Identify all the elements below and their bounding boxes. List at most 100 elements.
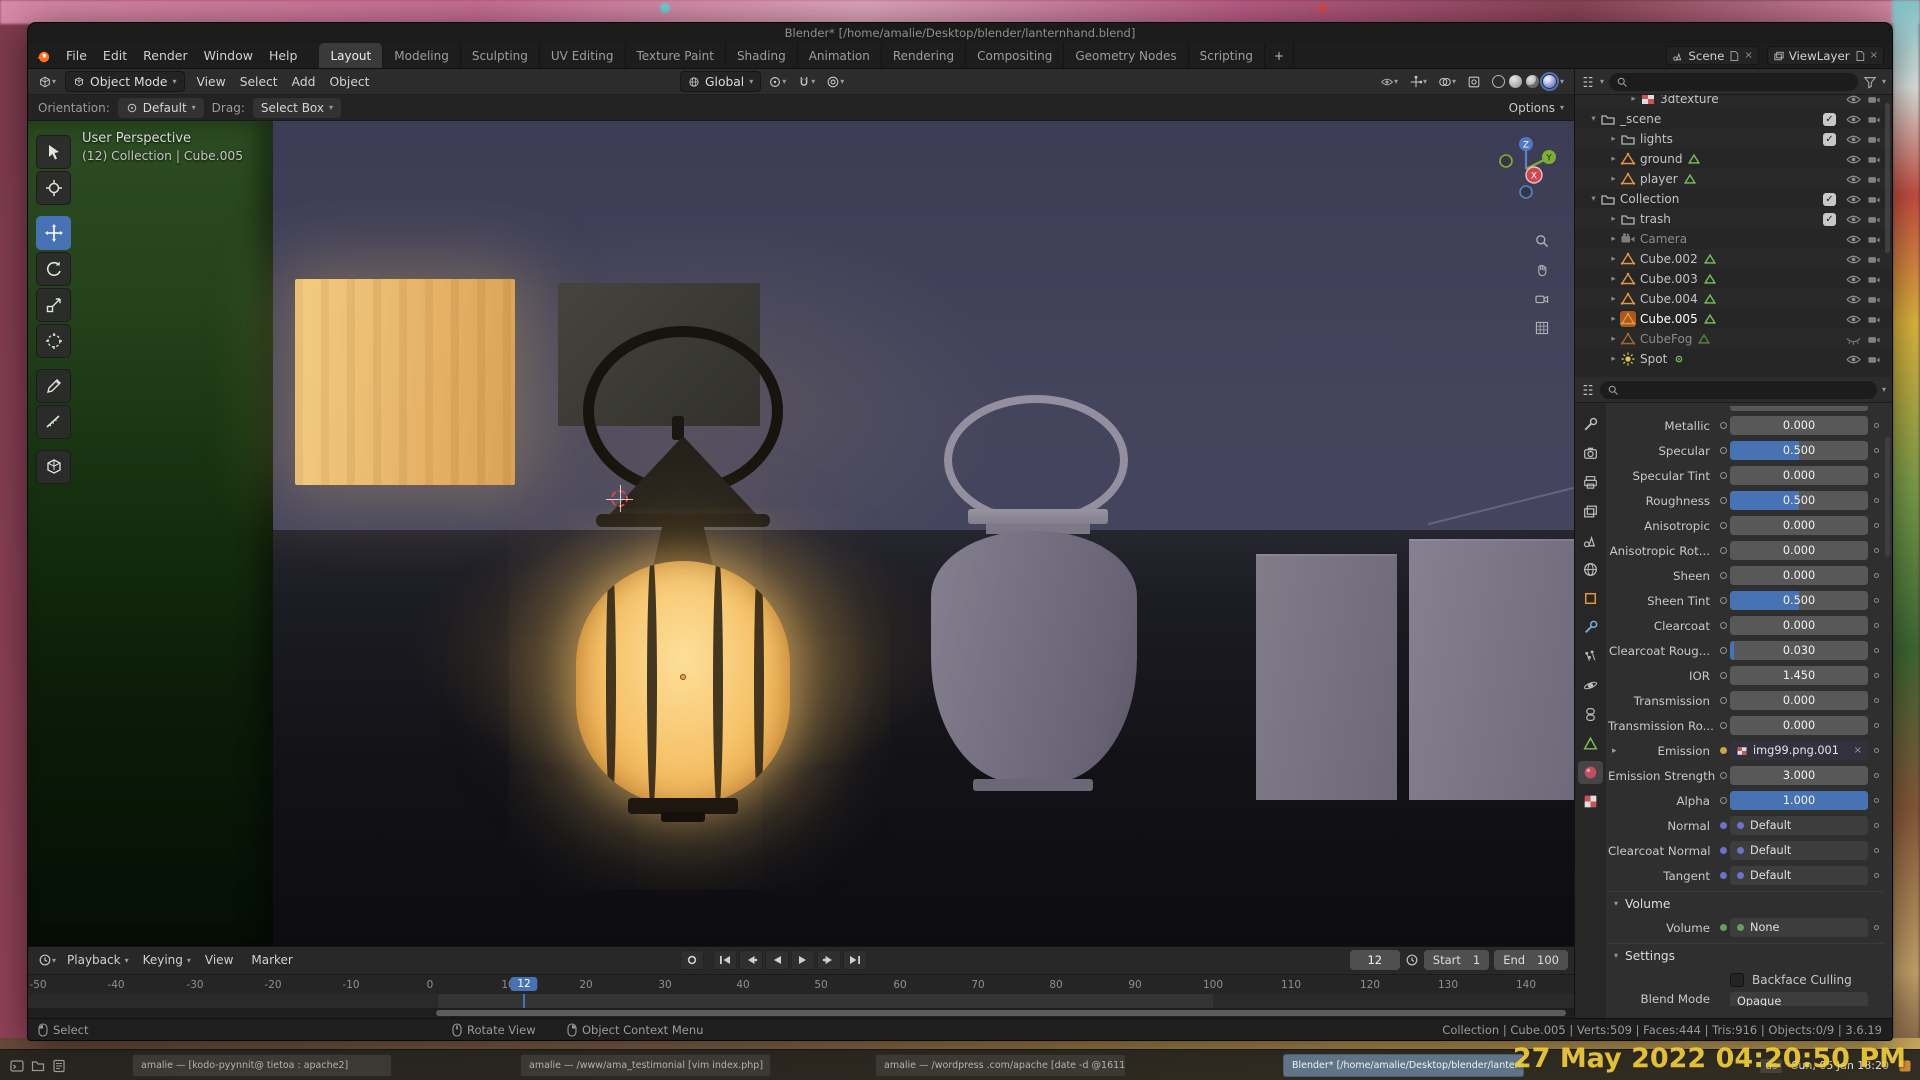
taskbar-window-button[interactable]: amalie — /www/ama_testimonial [vim index… [520,1054,771,1077]
hide-in-viewport-icon[interactable] [1845,352,1862,367]
timeline-menu[interactable]: Keying▾ [136,953,198,967]
editor-type-button[interactable]: ▾ [34,71,60,92]
ptab-material[interactable] [1578,761,1603,784]
outliner-row[interactable]: ▸ Cube.002 ✓ [1575,249,1892,269]
decorator-dot[interactable] [1868,473,1884,478]
disclosure-icon[interactable]: ▸ [1607,314,1620,324]
tool-select-box[interactable] [36,135,71,169]
value-slider[interactable]: 0.000 [1730,416,1868,435]
shading-wireframe-button[interactable] [1492,75,1505,88]
pivot-point-dropdown[interactable]: ▾ [764,71,790,92]
drag-dropdown[interactable]: Select Box▾ [253,98,341,118]
playhead-line[interactable] [523,994,525,1008]
decorator-dot[interactable] [1868,698,1884,703]
decorator-dot[interactable] [1868,848,1884,853]
properties-search-input[interactable] [1600,381,1877,399]
socket-icon[interactable] [1716,472,1730,479]
outliner-row[interactable]: ▸ Camera ✓ [1575,229,1892,249]
decorator-dot[interactable] [1868,448,1884,453]
outliner-row[interactable]: ▸ CubeFog ✓ [1575,329,1892,349]
value-slider[interactable]: 3.000 [1730,766,1868,785]
socket-icon[interactable] [1716,772,1730,779]
disable-in-renders-icon[interactable] [1866,292,1882,307]
decorator-dot[interactable] [1868,798,1884,803]
viewport-menu[interactable]: Add [285,75,323,89]
workspace-tab[interactable]: Compositing [966,43,1064,68]
jump-to-end-button[interactable] [843,950,867,970]
disable-in-renders-icon[interactable] [1866,312,1882,327]
collection-checkbox[interactable]: ✓ [1823,193,1836,206]
hide-in-viewport-icon[interactable] [1845,272,1862,287]
outliner-row[interactable]: ▸ trash ✓ [1575,209,1892,229]
transform-orientation-dropdown[interactable]: Global▾ [680,71,761,92]
pan-hand-icon[interactable] [1534,262,1550,278]
gizmos-dropdown[interactable]: ▾ [1405,71,1431,92]
socket-icon[interactable] [1716,547,1730,554]
zoom-icon[interactable] [1534,233,1550,249]
timeline-scrollbar-track[interactable] [28,1008,1574,1018]
timeline-editor-type-button[interactable]: ▾ [34,950,60,971]
socket-icon[interactable] [1716,872,1730,879]
hide-in-viewport-icon[interactable] [1845,332,1862,347]
3d-viewport[interactable]: User Perspective (12) Collection | Cube.… [28,121,1574,946]
outliner-row[interactable]: ▾ _scene ✓ [1575,109,1892,129]
volume-section-header[interactable]: ▾Volume [1608,891,1884,915]
viewport-menu[interactable]: Select [233,75,285,89]
disclosure-icon[interactable]: ▸ [1607,294,1620,304]
hide-in-viewport-icon[interactable] [1845,192,1862,207]
value-slider[interactable]: 0.030 [1730,641,1868,660]
disable-in-renders-icon[interactable] [1866,232,1882,247]
decorator-dot[interactable] [1868,773,1884,778]
tool-transform[interactable] [36,324,71,358]
outliner-row[interactable]: ▸ Cube.005 ✓ [1575,309,1892,329]
blend-mode-dropdown[interactable]: Opaque [1730,992,1868,1006]
taskbar-window-button[interactable]: amalie — [kodo-pyynnit@ tietoa : apache2… [132,1054,392,1077]
socket-icon[interactable] [1716,622,1730,629]
decorator-dot[interactable] [1868,873,1884,878]
value-slider[interactable]: 1.000 [1730,791,1868,810]
viewport-menu[interactable]: Object [322,75,376,89]
navigation-gizmo[interactable]: X Z Y [1490,131,1562,203]
disable-in-renders-icon[interactable] [1866,212,1882,227]
workspace-tab[interactable]: Modeling [383,43,461,68]
hide-in-viewport-icon[interactable] [1845,112,1862,127]
expand-icon[interactable]: ▸ [1612,746,1617,756]
socket-icon[interactable] [1716,822,1730,829]
workspace-tab[interactable]: UV Editing [540,43,626,68]
play-button[interactable] [791,950,815,970]
disclosure-icon[interactable]: ▸ [1607,254,1620,264]
hide-in-viewport-icon[interactable] [1845,212,1862,227]
timeline-menu[interactable]: Playback▾ [60,953,136,967]
current-frame-field[interactable]: 12 [1350,950,1400,970]
outliner-editor-icon[interactable] [1581,75,1595,89]
collection-checkbox[interactable]: ✓ [1823,133,1836,146]
topbar-menu[interactable]: Help [261,43,306,68]
topbar-menu[interactable]: Edit [95,43,135,68]
disclosure-icon[interactable]: ▸ [1607,274,1620,284]
disclosure-icon[interactable]: ▸ [1607,214,1620,224]
properties-scrollbar[interactable] [1885,437,1890,557]
value-slider[interactable]: 0.500 [1730,441,1868,460]
value-slider[interactable]: 0.000 [1730,541,1868,560]
hide-in-viewport-icon[interactable] [1845,172,1862,187]
outliner-row[interactable]: ▸ 3dtexture ✓ [1575,95,1892,109]
ptab-object-data[interactable] [1578,732,1603,755]
play-reverse-button[interactable] [765,950,789,970]
topbar-menu[interactable]: Window [196,43,261,68]
workspace-tab[interactable]: Texture Paint [626,43,726,68]
decorator-dot[interactable] [1868,498,1884,503]
object-visibility-dropdown[interactable]: ▾ [1376,71,1402,92]
outliner-search-input[interactable] [1609,73,1858,91]
disable-in-renders-icon[interactable] [1866,252,1882,267]
socket-icon[interactable] [1716,747,1730,754]
hide-in-viewport-icon[interactable] [1845,95,1862,107]
topbar-menu[interactable]: File [58,43,95,68]
taskbar-window-button[interactable]: Blender* [/home/amalie/Desktop/blender/l… [1283,1054,1524,1077]
ptab-object[interactable] [1578,587,1603,610]
decorator-dot[interactable] [1868,723,1884,728]
ptab-texture[interactable] [1578,790,1603,813]
decorator-dot[interactable] [1868,598,1884,603]
socket-icon[interactable] [1716,422,1730,429]
workspace-tab[interactable]: + [1265,43,1294,68]
hide-in-viewport-icon[interactable] [1845,312,1862,327]
